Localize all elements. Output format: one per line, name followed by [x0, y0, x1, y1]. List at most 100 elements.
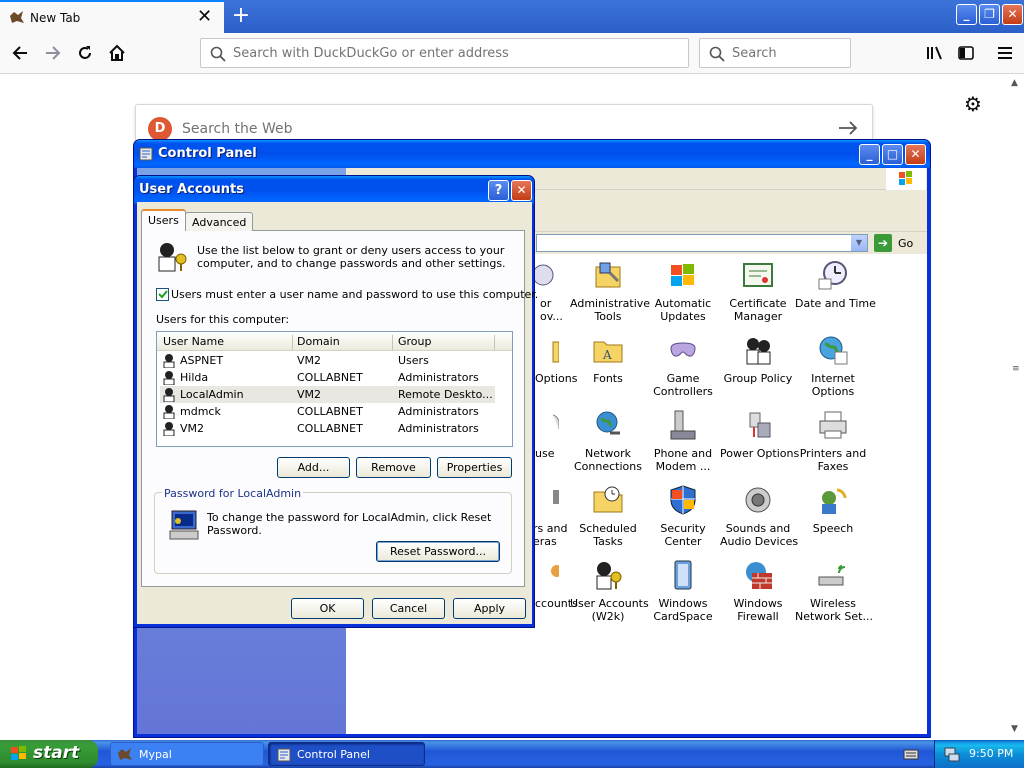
cp-item-scheduled-tasks[interactable]: Scheduled Tasks: [570, 484, 646, 548]
cp-item-automatic-updates[interactable]: Automatic Updates: [645, 259, 721, 323]
domain-cell: COLLABNET: [297, 371, 363, 384]
cp-item-windows-firewall[interactable]: Windows Firewall: [720, 559, 796, 623]
dialog-titlebar[interactable]: User Accounts ? ✕: [134, 176, 534, 204]
start-button[interactable]: start: [0, 740, 98, 768]
taskbar-item-control-panel[interactable]: Control Panel: [268, 742, 425, 766]
user-name-cell: LocalAdmin: [180, 388, 244, 401]
col-user-name[interactable]: User Name: [163, 335, 224, 348]
cp-address-input[interactable]: ▼: [536, 234, 868, 252]
table-row[interactable]: VM2 COLLABNET Administrators: [160, 420, 495, 437]
ok-button[interactable]: OK: [291, 598, 364, 619]
library-button[interactable]: [920, 38, 950, 68]
dialog-close-button[interactable]: ✕: [511, 180, 532, 201]
sidebar-button[interactable]: [951, 38, 981, 68]
search-bar[interactable]: Search: [699, 38, 851, 68]
network-tray-icon[interactable]: [943, 746, 961, 762]
scroll-down-icon[interactable]: ▼: [1011, 724, 1018, 734]
password-group-label: Password for LocalAdmin: [162, 487, 304, 500]
cp-item-windows-cardspace[interactable]: Windows CardSpace: [645, 559, 721, 623]
cp-item-label: Group Policy: [723, 372, 793, 385]
cp-item-security-center[interactable]: Security Center: [645, 484, 721, 548]
taskbar-item-label: Mypal: [139, 748, 172, 761]
apply-button[interactable]: Apply: [453, 598, 526, 619]
cp-item-certificate-manager[interactable]: Certificate Manager: [720, 259, 796, 323]
control-panel-title: Control Panel: [158, 146, 257, 161]
group-cell: Administrators: [398, 405, 479, 418]
minimize-browser-button[interactable]: _: [956, 4, 977, 25]
taskbar-item-mypal[interactable]: Mypal: [110, 742, 264, 766]
library-icon: [927, 46, 942, 60]
col-divider[interactable]: [292, 335, 293, 350]
cp-item-fonts[interactable]: A Fonts: [570, 334, 646, 385]
scroll-thumb[interactable]: ≡: [1012, 364, 1020, 374]
menu-button[interactable]: [990, 38, 1020, 68]
col-group[interactable]: Group: [398, 335, 432, 348]
tab-users[interactable]: Users: [141, 209, 186, 231]
firewall-icon: [746, 562, 772, 589]
close-browser-button[interactable]: ✕: [1002, 4, 1023, 25]
control-panel-titlebar[interactable]: Control Panel _ □ ✕: [134, 140, 930, 168]
cp-item-power-options[interactable]: Power Options: [720, 409, 799, 460]
table-row[interactable]: Hilda COLLABNET Administrators: [160, 369, 495, 386]
cp-item-administrative-tools[interactable]: Administrative Tools: [570, 259, 650, 323]
user-name-cell: VM2: [180, 422, 205, 435]
mypal-icon: [118, 748, 132, 760]
submit-arrow-icon[interactable]: [838, 121, 858, 135]
dialog-title: User Accounts: [139, 182, 244, 197]
remove-user-button[interactable]: Remove: [356, 457, 431, 478]
cp-maximize-button[interactable]: □: [882, 144, 903, 165]
back-button[interactable]: [5, 38, 35, 68]
go-button[interactable]: ➔ Go: [874, 234, 924, 252]
add-user-button[interactable]: Add...: [277, 457, 350, 478]
cp-item-game-controllers[interactable]: Game Controllers: [645, 334, 721, 398]
reset-password-button[interactable]: Reset Password...: [376, 541, 500, 562]
reload-icon: [79, 46, 91, 59]
cp-item-group-policy[interactable]: Group Policy: [720, 334, 796, 385]
domain-cell: COLLABNET: [297, 405, 363, 418]
cp-item-sounds-and-audio[interactable]: Sounds and Audio Devices: [720, 484, 798, 548]
cp-item-internet-options[interactable]: Internet Options: [795, 334, 871, 398]
col-divider[interactable]: [494, 335, 495, 350]
require-login-checkbox[interactable]: [156, 288, 169, 301]
new-tab-button[interactable]: +: [230, 2, 252, 30]
newtab-search-placeholder: Search the Web: [182, 121, 293, 137]
cancel-button[interactable]: Cancel: [372, 598, 445, 619]
cp-item-wireless-network[interactable]: Wireless Network Set...: [795, 559, 873, 623]
clock-icon: [818, 261, 847, 290]
control-panel-icon: [139, 147, 153, 161]
keyboard-icon[interactable]: [903, 747, 919, 761]
col-divider[interactable]: [392, 335, 393, 350]
properties-button[interactable]: Properties: [437, 457, 512, 478]
require-login-label[interactable]: Users must enter a user name and passwor…: [171, 288, 538, 301]
help-button[interactable]: ?: [488, 180, 509, 201]
chevron-down-icon[interactable]: ▼: [851, 235, 867, 251]
close-tab-icon[interactable]: ✕: [197, 6, 212, 27]
page-scrollbar[interactable]: ▲ ≡ ▼: [1007, 74, 1024, 740]
cp-item-phone-and-modem[interactable]: Phone and Modem ...: [645, 409, 721, 473]
gear-icon[interactable]: ⚙: [964, 92, 982, 116]
home-button[interactable]: [102, 38, 132, 68]
users-listview[interactable]: User Name Domain Group ASPNET VM2 Users …: [156, 331, 513, 447]
cp-item-user-accounts-w2k[interactable]: User Accounts (W2k): [570, 559, 649, 623]
cp-item-printers-and-faxes[interactable]: Printers and Faxes: [795, 409, 871, 473]
table-row[interactable]: mdmck COLLABNET Administrators: [160, 403, 495, 420]
cp-close-button[interactable]: ✕: [905, 144, 926, 165]
cp-item-network-connections[interactable]: Network Connections: [570, 409, 646, 473]
reload-button[interactable]: [70, 38, 100, 68]
cp-item-label: User Accounts (W2k): [570, 597, 649, 623]
maximize-browser-button[interactable]: ❐: [979, 4, 1000, 25]
browser-tab[interactable]: New Tab ✕: [0, 0, 224, 33]
table-row-selected[interactable]: LocalAdmin VM2 Remote Deskto...: [160, 386, 495, 403]
control-panel-icon: [277, 748, 291, 762]
cp-item-date-and-time[interactable]: Date and Time: [795, 259, 876, 310]
tab-advanced[interactable]: Advanced: [185, 212, 254, 231]
cp-item-speech[interactable]: Speech: [795, 484, 871, 535]
table-row[interactable]: ASPNET VM2 Users: [160, 352, 495, 369]
forward-button[interactable]: [38, 38, 68, 68]
col-domain[interactable]: Domain: [297, 335, 340, 348]
cardspace-icon: [674, 560, 692, 590]
cp-minimize-button[interactable]: _: [859, 144, 880, 165]
scroll-up-icon[interactable]: ▲: [1011, 78, 1018, 88]
url-bar[interactable]: Search with DuckDuckGo or enter address: [200, 38, 689, 68]
user-icon: [163, 405, 175, 419]
